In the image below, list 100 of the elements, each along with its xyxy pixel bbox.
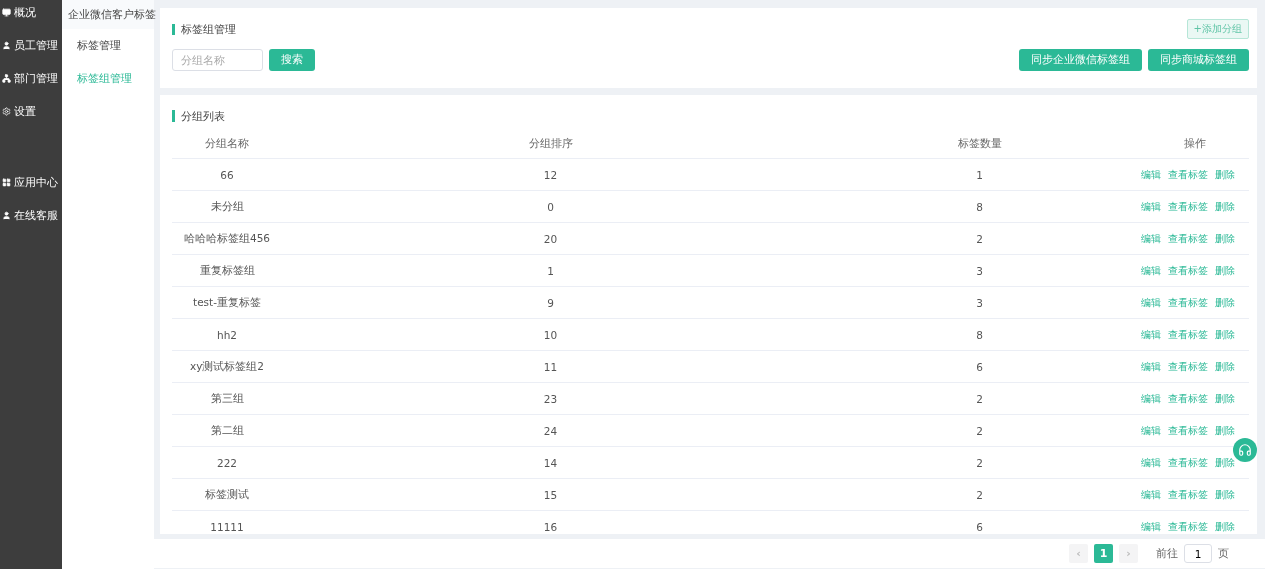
table-cell: 14 <box>543 456 558 469</box>
action-link[interactable]: 删除 <box>1214 295 1235 310</box>
table-cell: 1 <box>976 168 983 181</box>
subnav-item[interactable]: 标签管理 <box>62 29 154 62</box>
table-cell: 24 <box>543 424 558 437</box>
table-cell: 11 <box>543 360 558 373</box>
page-button[interactable]: 1 <box>1094 544 1113 563</box>
table-cell: 16 <box>543 520 558 533</box>
subnav-item[interactable]: 标签组管理 <box>62 62 154 95</box>
table-cell: 10 <box>543 328 558 341</box>
action-link[interactable]: 删除 <box>1214 487 1235 502</box>
action-link[interactable]: 查看标签 <box>1167 327 1208 342</box>
sidebar-item[interactable]: 员工管理 <box>0 35 62 68</box>
monitor-icon <box>2 8 11 17</box>
action-link[interactable]: 查看标签 <box>1167 423 1208 438</box>
action-link[interactable]: 查看标签 <box>1167 295 1208 310</box>
action-link[interactable]: 编辑 <box>1140 167 1161 182</box>
add-group-button[interactable]: +添加分组 <box>1186 19 1249 39</box>
table-cell: 2 <box>976 392 983 405</box>
action-link[interactable]: 查看标签 <box>1167 519 1208 534</box>
column-header: 操作 <box>1183 136 1206 151</box>
action-link[interactable]: 编辑 <box>1140 231 1161 246</box>
table-cell: 11111 <box>210 520 244 533</box>
action-link[interactable]: 删除 <box>1214 391 1235 406</box>
action-link[interactable]: 查看标签 <box>1167 455 1208 470</box>
table-cell: xy测试标签组2 <box>189 359 265 374</box>
sidebar-item[interactable]: 部门管理 <box>0 68 62 101</box>
prev-page-button[interactable]: ‹ <box>1069 544 1088 563</box>
action-link[interactable]: 删除 <box>1214 359 1235 374</box>
next-page-button[interactable]: › <box>1119 544 1138 563</box>
card-title: 标签组管理 <box>172 23 236 35</box>
table-cell: 222 <box>216 456 237 469</box>
table-cell: 8 <box>976 328 983 341</box>
subnav-heading: 企业微信客户标签 <box>62 0 154 29</box>
column-header: 分组排序 <box>528 136 573 151</box>
action-link[interactable]: 编辑 <box>1140 263 1161 278</box>
action-link[interactable]: 查看标签 <box>1167 167 1208 182</box>
sidebar-item[interactable]: 应用中心 <box>0 172 62 205</box>
table-cell: 2 <box>976 424 983 437</box>
action-link[interactable]: 删除 <box>1214 231 1235 246</box>
org-chart-icon <box>2 74 11 83</box>
action-link[interactable]: 查看标签 <box>1167 487 1208 502</box>
action-link[interactable]: 删除 <box>1214 423 1235 438</box>
sync-button[interactable]: 同步企业微信标签组 <box>1019 49 1142 71</box>
settings-icon <box>2 107 11 116</box>
table-cell: 6 <box>976 520 983 533</box>
page-unit: 页 <box>1218 546 1229 561</box>
table-cell: 未分组 <box>210 199 244 214</box>
table-cell: 3 <box>976 264 983 277</box>
table-cell: 8 <box>976 200 983 213</box>
table-cell: hh2 <box>217 328 237 341</box>
action-link[interactable]: 编辑 <box>1140 519 1161 534</box>
action-link[interactable]: 删除 <box>1214 327 1235 342</box>
action-link[interactable]: 查看标签 <box>1167 359 1208 374</box>
table-cell: 2 <box>976 488 983 501</box>
card-title: 分组列表 <box>172 110 225 122</box>
action-link[interactable]: 编辑 <box>1140 295 1161 310</box>
table-cell: 标签测试 <box>205 487 249 502</box>
table-cell: 哈哈哈标签组456 <box>183 231 270 246</box>
action-link[interactable]: 删除 <box>1214 455 1235 470</box>
sidebar-item[interactable]: 在线客服 <box>0 205 62 238</box>
user-icon <box>2 41 11 50</box>
action-link[interactable]: 编辑 <box>1140 359 1161 374</box>
table-cell: 3 <box>976 296 983 309</box>
table-cell: 15 <box>543 488 558 501</box>
table-cell: 1 <box>547 264 554 277</box>
sidebar-item[interactable]: 设置 <box>0 101 62 134</box>
column-header: 标签数量 <box>957 136 1002 151</box>
action-link[interactable]: 查看标签 <box>1167 231 1208 246</box>
action-link[interactable]: 查看标签 <box>1167 263 1208 278</box>
table-cell: 6 <box>976 360 983 373</box>
table-cell: 0 <box>547 200 554 213</box>
sync-button[interactable]: 同步商城标签组 <box>1148 49 1249 71</box>
sidebar-item[interactable]: 概况 <box>0 2 62 35</box>
action-link[interactable]: 删除 <box>1214 167 1235 182</box>
action-link[interactable]: 编辑 <box>1140 199 1161 214</box>
table-cell: 第三组 <box>210 391 244 406</box>
action-link[interactable]: 查看标签 <box>1167 391 1208 406</box>
table-cell: 23 <box>543 392 558 405</box>
page-number-field[interactable]: 1 <box>1184 544 1212 563</box>
action-link[interactable]: 删除 <box>1214 519 1235 534</box>
group-name-field[interactable]: 分组名称 <box>172 49 263 71</box>
action-link[interactable]: 编辑 <box>1140 327 1161 342</box>
table-cell: 66 <box>220 168 234 181</box>
table-cell: 12 <box>543 168 558 181</box>
action-link[interactable]: 查看标签 <box>1167 199 1208 214</box>
table-cell: 重复标签组 <box>199 263 255 278</box>
table-cell: test-重复标签 <box>193 295 261 310</box>
user-icon <box>2 211 11 220</box>
action-link[interactable]: 编辑 <box>1140 455 1161 470</box>
action-link[interactable]: 删除 <box>1214 263 1235 278</box>
action-link[interactable]: 编辑 <box>1140 487 1161 502</box>
action-link[interactable]: 编辑 <box>1140 391 1161 406</box>
action-link[interactable]: 编辑 <box>1140 423 1161 438</box>
table-cell: 第二组 <box>210 423 244 438</box>
table-cell: 20 <box>543 232 558 245</box>
table-cell: 2 <box>976 456 983 469</box>
action-link[interactable]: 删除 <box>1214 199 1235 214</box>
table-cell: 9 <box>547 296 554 309</box>
search-button[interactable]: 搜索 <box>269 49 315 71</box>
